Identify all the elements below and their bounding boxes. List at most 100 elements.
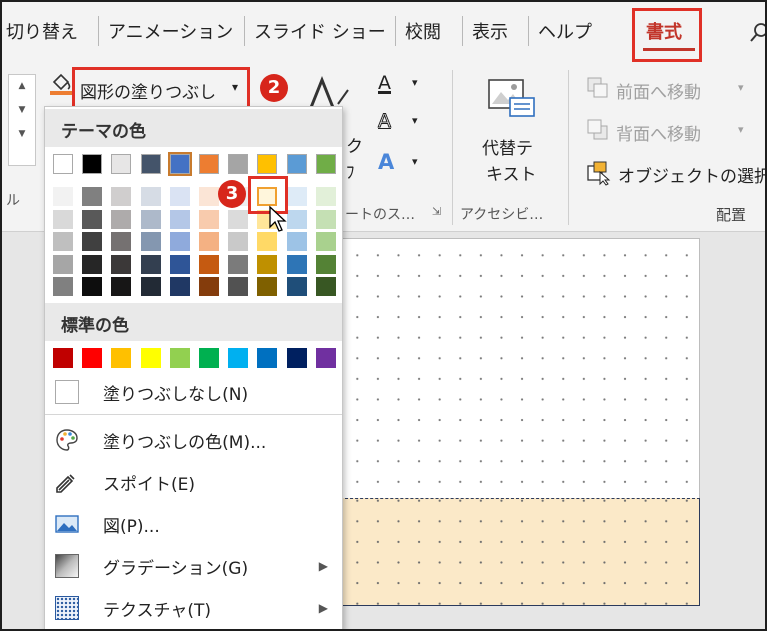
shape-style-scroller[interactable]: ▲ ▼ ▼ xyxy=(8,74,36,166)
theme-shade-swatch[interactable] xyxy=(169,277,190,296)
theme-shade-swatch[interactable] xyxy=(111,209,132,229)
standard-color-swatch[interactable] xyxy=(199,348,219,368)
text-fill-button[interactable]: A ▾ xyxy=(372,70,432,100)
theme-shade-swatch[interactable] xyxy=(315,277,336,296)
tab-review[interactable]: 校閲 xyxy=(405,18,441,44)
theme-color-swatch[interactable] xyxy=(111,154,132,174)
theme-shade-swatch[interactable] xyxy=(286,187,307,206)
theme-shade-swatch[interactable] xyxy=(169,232,190,251)
theme-shade-swatch[interactable] xyxy=(286,254,307,274)
theme-shade-swatch[interactable] xyxy=(199,254,219,274)
submenu-arrow-icon: ▶ xyxy=(318,601,328,615)
theme-color-swatch[interactable] xyxy=(257,154,278,174)
theme-shade-swatch[interactable] xyxy=(169,187,190,206)
standard-color-swatch[interactable] xyxy=(82,348,103,368)
theme-shade-swatch[interactable] xyxy=(82,232,103,251)
theme-shade-swatch[interactable] xyxy=(82,187,103,206)
theme-color-swatch[interactable] xyxy=(53,154,73,174)
theme-shade-swatch[interactable] xyxy=(53,254,73,274)
tab-divider xyxy=(98,16,99,46)
theme-shade-swatch[interactable] xyxy=(199,277,219,296)
theme-shade-swatch[interactable] xyxy=(53,187,73,206)
theme-shade-swatch[interactable] xyxy=(53,277,73,296)
theme-shade-swatch[interactable] xyxy=(228,232,249,251)
shape-effect-partial[interactable]: ﾌ xyxy=(346,158,355,183)
theme-shade-swatch[interactable] xyxy=(140,187,161,206)
no-fill-label: 塗りつぶしなし(N) xyxy=(103,385,249,405)
text-outline-button[interactable]: A ▾ xyxy=(372,108,432,138)
texture-item[interactable]: テクスチャ(T) ▶ xyxy=(45,587,342,629)
picture-fill-item[interactable]: 図(P)... xyxy=(45,503,342,545)
standard-color-swatch[interactable] xyxy=(315,348,336,368)
tab-view[interactable]: 表示 xyxy=(472,18,508,44)
search-icon[interactable] xyxy=(748,22,767,44)
text-effects-button[interactable]: A ▾ xyxy=(372,148,432,178)
standard-color-swatch[interactable] xyxy=(228,348,249,368)
theme-shade-swatch[interactable] xyxy=(286,277,307,296)
theme-shade-swatch[interactable] xyxy=(169,254,190,274)
theme-shade-swatch[interactable] xyxy=(315,187,336,206)
alt-text-button[interactable]: 代替テ キスト xyxy=(468,72,554,190)
theme-shade-swatch[interactable] xyxy=(169,209,190,229)
more-fill-colors-item[interactable]: 塗りつぶしの色(M)... xyxy=(45,419,342,461)
theme-shade-swatch[interactable] xyxy=(228,277,249,296)
send-backward-icon xyxy=(587,119,608,140)
standard-color-swatch[interactable] xyxy=(111,348,132,368)
theme-shade-swatch[interactable] xyxy=(286,232,307,251)
dialog-launcher-icon[interactable]: ⇲ xyxy=(432,205,441,218)
theme-shade-swatch[interactable] xyxy=(315,209,336,229)
theme-color-swatch[interactable] xyxy=(140,154,161,174)
shape-outline-partial[interactable]: ク xyxy=(346,132,363,157)
theme-shade-swatch[interactable] xyxy=(286,209,307,229)
theme-color-swatch[interactable] xyxy=(286,154,307,174)
theme-colors-header: テーマの色 xyxy=(45,109,342,147)
tab-divider xyxy=(528,16,529,46)
theme-shade-swatch[interactable] xyxy=(140,209,161,229)
selection-pane-button[interactable]: オブジェクトの選択 xyxy=(582,156,765,190)
theme-shade-swatch[interactable] xyxy=(53,209,73,229)
selected-rectangle-shape[interactable] xyxy=(340,498,700,606)
eyedropper-item[interactable]: スポイト(E) xyxy=(45,461,342,503)
paint-bucket-icon[interactable] xyxy=(48,70,74,96)
theme-shade-swatch[interactable] xyxy=(140,254,161,274)
theme-shade-swatch[interactable] xyxy=(82,277,103,296)
theme-color-swatch[interactable] xyxy=(315,154,336,174)
bring-forward-button[interactable]: 前面へ移動 ▾ xyxy=(582,72,765,106)
standard-color-swatch[interactable] xyxy=(257,348,278,368)
theme-shade-swatch[interactable] xyxy=(199,209,219,229)
bring-forward-icon xyxy=(587,77,608,98)
theme-shade-swatch[interactable] xyxy=(82,254,103,274)
theme-shade-swatch[interactable] xyxy=(82,209,103,229)
theme-shade-swatch[interactable] xyxy=(140,277,161,296)
gradient-item[interactable]: グラデーション(G) ▶ xyxy=(45,545,342,587)
theme-shade-swatch[interactable] xyxy=(315,232,336,251)
theme-color-swatch[interactable] xyxy=(167,152,192,176)
standard-color-swatch[interactable] xyxy=(286,348,307,368)
theme-shade-swatch[interactable] xyxy=(228,254,249,274)
theme-shade-swatch[interactable] xyxy=(140,232,161,251)
theme-shade-swatch[interactable] xyxy=(257,254,278,274)
send-backward-button[interactable]: 背面へ移動 ▾ xyxy=(582,114,765,148)
tab-transitions[interactable]: 切り替え xyxy=(6,18,78,44)
tab-animations[interactable]: アニメーション xyxy=(108,18,233,44)
theme-color-swatch[interactable] xyxy=(228,154,249,174)
theme-shade-swatch[interactable] xyxy=(111,254,132,274)
tab-slideshow[interactable]: スライド ショー xyxy=(254,18,386,44)
tab-help[interactable]: ヘルプ xyxy=(538,18,592,44)
theme-shade-swatch[interactable] xyxy=(315,254,336,274)
standard-color-swatch[interactable] xyxy=(169,348,190,368)
theme-shade-swatch[interactable] xyxy=(228,209,249,229)
theme-shade-swatch[interactable] xyxy=(111,232,132,251)
theme-shade-swatch[interactable] xyxy=(257,277,278,296)
standard-color-swatch[interactable] xyxy=(53,348,73,368)
theme-color-swatch[interactable] xyxy=(199,154,219,174)
theme-color-swatch[interactable] xyxy=(82,154,103,174)
theme-shade-swatch[interactable] xyxy=(111,277,132,296)
theme-shade-swatch[interactable] xyxy=(111,187,132,206)
theme-shade-swatch[interactable] xyxy=(199,232,219,251)
no-fill-item[interactable]: 塗りつぶしなし(N) xyxy=(45,371,342,413)
theme-shade-swatch[interactable] xyxy=(199,187,219,206)
theme-shade-swatch[interactable] xyxy=(53,232,73,251)
standard-color-swatch[interactable] xyxy=(140,348,161,368)
palette-icon xyxy=(56,429,78,451)
